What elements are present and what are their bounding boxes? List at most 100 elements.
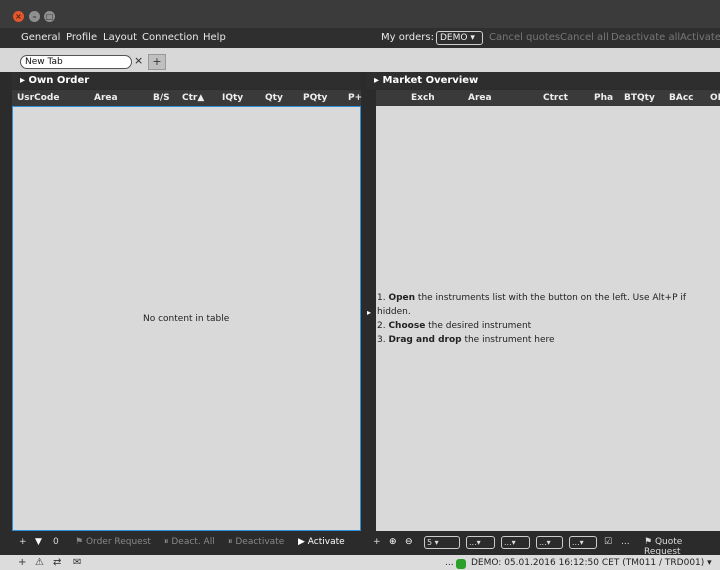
col-usrcode[interactable]: UsrCode [17,93,59,103]
filter-select-2[interactable]: ...▾ [501,536,530,549]
add-icon[interactable]: + [18,557,26,568]
market-overview-title: Market Overview [382,75,479,86]
hint-open: Open [388,293,416,303]
hint-line-3-text: the instrument here [461,335,555,345]
filter-select-3-value: ... [539,538,547,547]
activate-label: Activate [307,537,345,547]
my-orders-label: My orders: [381,32,434,43]
deactivate-button[interactable]: ⏸ Deactivate [228,537,284,547]
cancel-quotes-button[interactable]: Cancel quotes [489,32,560,43]
col-ctrct[interactable]: Ctrct [543,93,568,103]
play-icon: ▶ [298,537,308,547]
hint-drag-drop: Drag and drop [388,335,462,345]
filter-select-4-value: ... [572,538,580,547]
filter-select-1[interactable]: ...▾ [466,536,495,549]
zoom-out-icon[interactable]: ⊖ [405,537,413,547]
add-tab-button[interactable]: + [148,54,166,70]
deactivate-all-button[interactable]: Deactivate all [611,32,680,43]
deact-all-button[interactable]: ⏸ Deact. All [164,537,215,547]
add-instrument-button[interactable]: + [373,537,381,547]
market-overview-column-header: Exch Area Ctrct Pha BTQty BAcc OI [376,90,720,106]
connection-status-text: DEMO: 05.01.2016 16:12:50 CET (TM011 / T… [471,558,712,568]
col-area[interactable]: Area [94,93,118,103]
col-pqty[interactable]: PQty [303,93,327,103]
market-overview-header[interactable]: ▸ Market Overview [366,72,720,89]
menu-bar: General Profile Layout Connection Help M… [0,28,720,48]
chevron-down-icon: ▾ [476,538,481,547]
deact-all-label: Deact. All [171,537,215,547]
minimize-window-button[interactable]: – [29,11,40,22]
zoom-in-icon[interactable]: ⊕ [389,537,397,547]
col-pha[interactable]: Pha [594,93,613,103]
col-area[interactable]: Area [468,93,492,103]
chevron-down-icon[interactable]: ▾ [707,558,712,568]
hint-line-3-num: 3. [377,335,389,345]
col-exch[interactable]: Exch [411,93,435,103]
menu-general[interactable]: General [21,32,60,43]
connection-status-icon [456,559,466,569]
flag-icon: ⚑ [644,537,655,547]
col-bacc[interactable]: BAcc [669,93,694,103]
maximize-window-button[interactable]: □ [44,11,55,22]
filter-select-1-value: ... [469,538,477,547]
chevron-down-icon: ▾ [511,538,516,547]
quote-request-button[interactable]: ⚑ Quote Request [644,537,720,557]
transfer-icon[interactable]: ⇄ [53,557,61,568]
empty-table-message: No content in table [143,314,230,324]
tab-name-input[interactable] [20,55,132,69]
depth-select[interactable]: 5 ▾ [424,536,460,549]
hint-line-2-text: the desired instrument [425,321,532,331]
close-tab-icon[interactable]: × [134,54,143,67]
order-request-label: Order Request [85,537,151,547]
hint-line-1-text: the instruments list with the button on … [415,293,687,303]
expand-triangle-icon: ▸ [374,75,383,86]
col-qty[interactable]: Qty [265,93,283,103]
activate-order-button[interactable]: ▶ Activate [298,537,345,547]
hint-choose: Choose [388,321,426,331]
market-overview-table[interactable] [376,106,720,531]
col-bs[interactable]: B/S [153,93,170,103]
add-order-button[interactable]: + [19,537,27,547]
filter-select-3[interactable]: ...▾ [536,536,563,549]
demo-select-value: DEMO [440,33,468,43]
expand-triangle-icon: ▸ [20,75,29,86]
close-window-button[interactable]: × [13,11,24,22]
window-titlebar [0,0,720,28]
col-iqty[interactable]: IQty [222,93,243,103]
hint-line-3: 3. Drag and drop the instrument here [377,335,555,345]
own-order-column-header: UsrCode Area B/S Ctr▲ IQty Qty PQty P+ [12,90,362,106]
order-request-button[interactable]: ⚑ Order Request [75,537,151,547]
filter-select-4[interactable]: ...▾ [569,536,597,549]
col-ctr[interactable]: Ctr▲ [182,93,204,103]
col-oi[interactable]: OI [710,93,720,103]
menu-connection[interactable]: Connection [142,32,199,43]
menu-help[interactable]: Help [203,32,226,43]
hint-line-2-num: 2. [377,321,389,331]
col-btqty[interactable]: BTQty [624,93,655,103]
connection-status-label: DEMO: 05.01.2016 16:12:50 CET (TM011 / T… [471,558,705,568]
activate-button[interactable]: Activate [680,32,720,43]
chevron-down-icon: ▾ [470,33,475,43]
deactivate-label: Deactivate [235,537,285,547]
mail-icon[interactable]: ✉ [73,557,81,568]
menu-profile[interactable]: Profile [66,32,97,43]
warning-icon[interactable]: ⚠ [35,557,44,568]
more-options[interactable]: ... [621,537,630,547]
menu-layout[interactable]: Layout [103,32,137,43]
hint-line-1-cont: hidden. [377,307,411,317]
own-order-header[interactable]: ▸ Own Order [12,72,361,89]
checkbox-icon[interactable]: ☑ [604,537,612,547]
demo-select[interactable]: DEMO ▾ [436,31,483,45]
filter-icon[interactable]: ▼ [35,537,42,547]
hint-line-1: 1. Open the instruments list with the bu… [377,293,687,303]
col-p-more[interactable]: P+ [348,93,362,103]
own-order-title: Own Order [28,75,90,86]
depth-value: 5 [427,538,433,547]
filter-select-2-value: ... [504,538,512,547]
hint-line-2: 2. Choose the desired instrument [377,321,531,331]
chevron-down-icon: ▾ [434,538,439,547]
cancel-all-button[interactable]: Cancel all [560,32,609,43]
expand-panel-icon[interactable]: ▸ [367,308,371,317]
panel-divider[interactable] [362,72,376,530]
status-dots: ... [445,558,454,568]
